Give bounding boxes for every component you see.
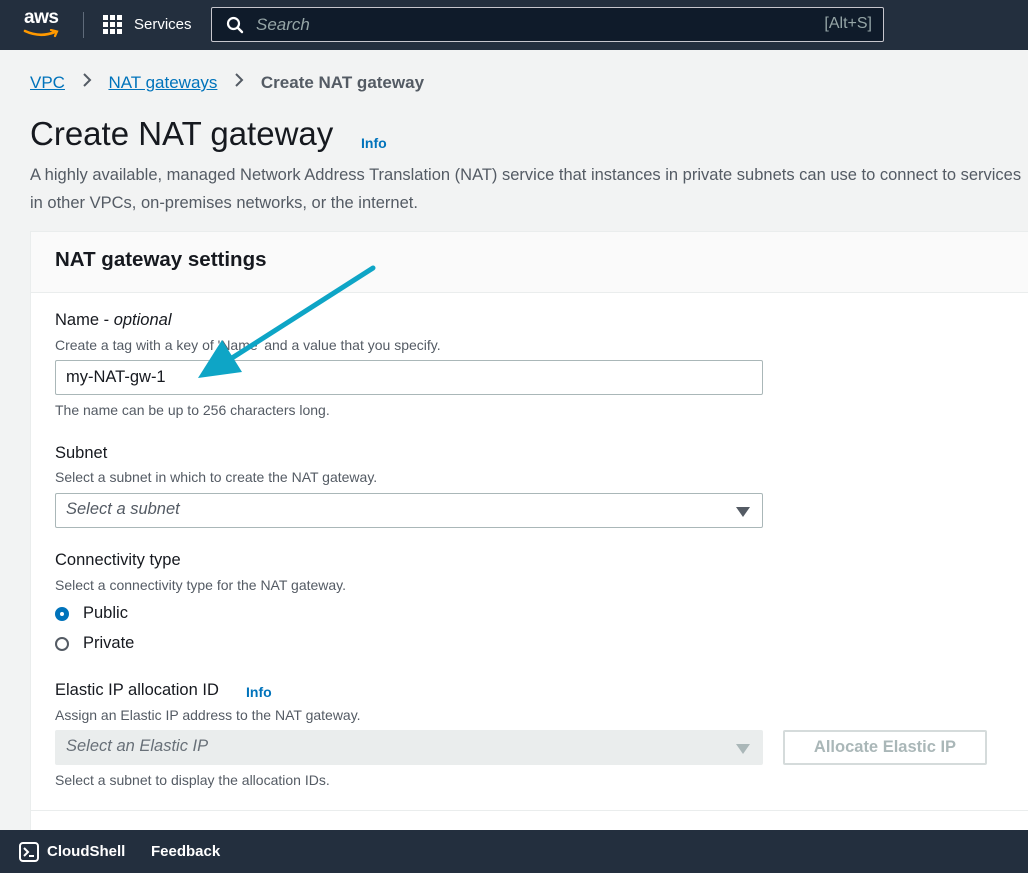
caret-down-icon	[736, 744, 750, 754]
search-bar[interactable]: [Alt+S]	[211, 7, 884, 42]
aws-logo[interactable]: aws	[22, 7, 64, 38]
radio-private-label: Private	[83, 634, 135, 652]
panel-header: NAT gateway settings	[31, 232, 1028, 293]
chevron-right-icon	[82, 73, 92, 91]
subnet-hint: Select a subnet in which to create the N…	[55, 469, 378, 485]
caret-down-icon	[736, 507, 750, 517]
nav-divider	[83, 12, 84, 38]
panel-title: NAT gateway settings	[55, 248, 267, 271]
breadcrumb: VPC NAT gateways Create NAT gateway	[30, 73, 424, 95]
name-label: Name - optional	[55, 311, 172, 329]
search-icon	[226, 16, 244, 34]
elastic-ip-hint: Assign an Elastic IP address to the NAT …	[55, 707, 361, 723]
allocate-elastic-ip-button: Allocate Elastic IP	[783, 730, 987, 765]
search-shortcut-hint: [Alt+S]	[824, 15, 872, 32]
radio-public-label: Public	[83, 604, 128, 622]
footer-bar: CloudShell Feedback	[0, 830, 1028, 873]
chevron-right-icon	[234, 73, 244, 91]
top-navigation: aws Services [Alt+S]	[0, 0, 1028, 50]
services-label: Services	[134, 16, 192, 33]
elastic-ip-constraint: Select a subnet to display the allocatio…	[55, 772, 330, 788]
subnet-select[interactable]: Select a subnet	[55, 493, 763, 528]
cloudshell-label: CloudShell	[47, 843, 126, 860]
connectivity-hint: Select a connectivity type for the NAT g…	[55, 577, 347, 593]
connectivity-label: Connectivity type	[55, 551, 181, 569]
breadcrumb-nat-gateways[interactable]: NAT gateways	[108, 73, 217, 92]
radio-button-unchecked[interactable]	[55, 637, 69, 651]
breadcrumb-current: Create NAT gateway	[260, 73, 425, 92]
aws-smile-icon	[23, 29, 59, 38]
aws-logo-text: aws	[24, 7, 59, 28]
name-hint: Create a tag with a key of 'Name' and a …	[55, 337, 441, 353]
section-divider	[31, 810, 1028, 811]
services-grid-icon	[103, 15, 123, 35]
elastic-ip-select-value: Select an Elastic IP	[66, 737, 209, 755]
nat-gateway-settings-panel: NAT gateway settings Name - optional Cre…	[30, 231, 1028, 851]
subnet-label: Subnet	[55, 444, 108, 462]
elastic-ip-label: Elastic IP allocation ID	[55, 681, 219, 699]
page-info-link[interactable]: Info	[361, 135, 387, 151]
page-description: A highly available, managed Network Addr…	[30, 166, 1022, 212]
name-optional-label: optional	[113, 311, 172, 329]
name-input[interactable]	[55, 360, 763, 395]
radio-button-checked[interactable]	[55, 607, 69, 621]
elastic-ip-info-link[interactable]: Info	[246, 684, 272, 700]
subnet-select-value: Select a subnet	[66, 500, 180, 518]
page-title: Create NAT gateway	[30, 115, 334, 152]
breadcrumb-vpc[interactable]: VPC	[30, 73, 65, 92]
terminal-icon	[19, 842, 39, 862]
search-input[interactable]	[254, 13, 738, 37]
name-constraint: The name can be up to 256 characters lon…	[55, 402, 330, 418]
feedback-button[interactable]: Feedback	[151, 843, 220, 860]
elastic-ip-select: Select an Elastic IP	[55, 730, 763, 765]
